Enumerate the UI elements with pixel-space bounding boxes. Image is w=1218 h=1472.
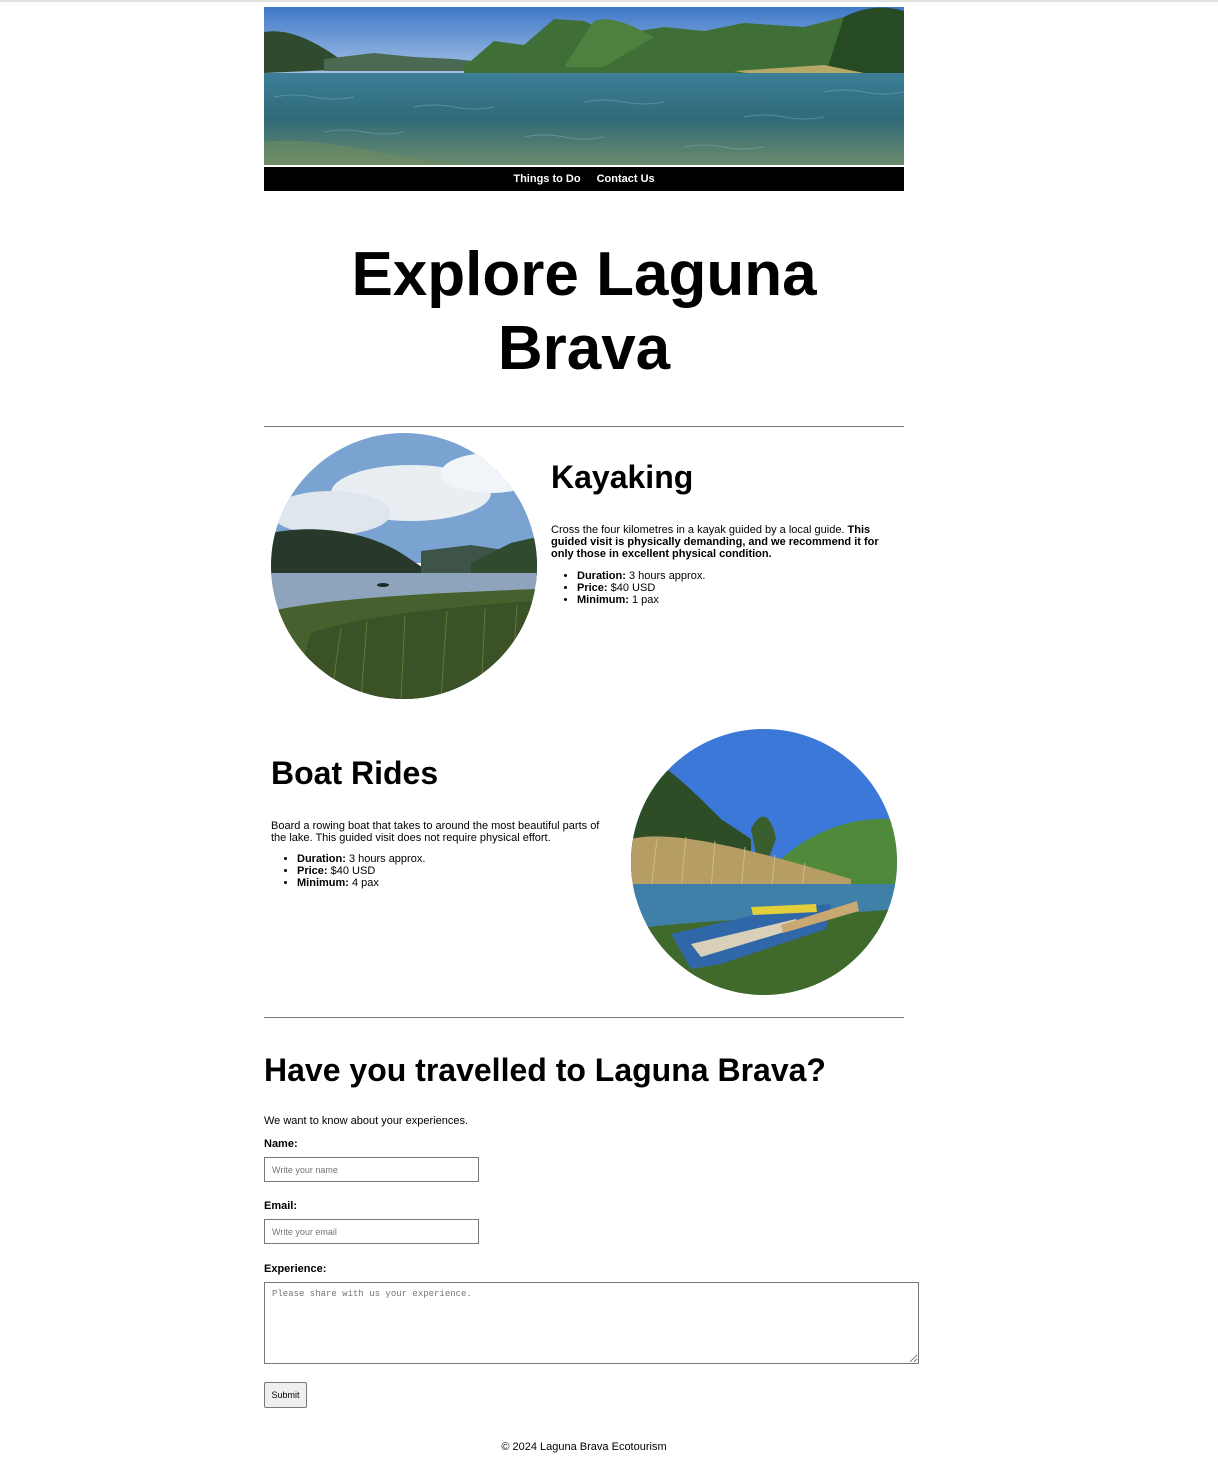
list-item: Price: $40 USD: [577, 582, 705, 594]
kayaking-details-list: Duration: 3 hours approx. Price: $40 USD…: [551, 570, 705, 606]
detail-label: Duration:: [577, 570, 626, 582]
section-divider: [264, 426, 904, 427]
banner-image: [264, 7, 904, 165]
boat-rides-photo: [631, 729, 897, 995]
detail-value: $40 USD: [607, 582, 656, 594]
name-input[interactable]: [264, 1157, 479, 1182]
name-label: Name:: [264, 1138, 298, 1150]
experience-label: Experience:: [264, 1263, 327, 1275]
detail-value: 1 pax: [628, 594, 659, 606]
feedback-intro: We want to know about your experiences.: [264, 1115, 469, 1127]
footer-copyright: © 2024 Laguna Brava Ecotourism: [501, 1441, 667, 1453]
boat-rides-heading: Boat Rides: [271, 755, 439, 791]
header: Things to Do Contact Us: [264, 7, 904, 191]
nav-link-things-to-do[interactable]: Things to Do: [513, 173, 580, 185]
detail-value: 3 hours approx.: [345, 853, 426, 865]
detail-label: Minimum:: [577, 594, 629, 606]
experience-textarea[interactable]: [264, 1282, 919, 1364]
main-nav: Things to Do Contact Us: [264, 167, 904, 191]
detail-value: 3 hours approx.: [625, 570, 706, 582]
top-border: [0, 0, 1218, 2]
page-title: Explore Laguna Brava: [351, 240, 817, 383]
kayaking-heading: Kayaking: [551, 459, 694, 495]
list-item: Minimum: 4 pax: [297, 877, 425, 889]
boat-rides-details-list: Duration: 3 hours approx. Price: $40 USD…: [271, 853, 425, 889]
detail-label: Duration:: [297, 853, 346, 865]
kayaking-description: Cross the four kilometres in a kayak gui…: [551, 524, 901, 560]
detail-label: Price:: [577, 582, 608, 594]
list-item: Minimum: 1 pax: [577, 594, 705, 606]
kayaking-photo: [271, 433, 537, 699]
submit-button[interactable]: Submit: [264, 1382, 307, 1408]
detail-value: 4 pax: [348, 877, 379, 889]
list-item: Duration: 3 hours approx.: [577, 570, 705, 582]
list-item: Price: $40 USD: [297, 865, 425, 877]
list-item: Duration: 3 hours approx.: [297, 853, 425, 865]
section-divider: [264, 1017, 904, 1018]
nav-link-contact-us[interactable]: Contact Us: [597, 173, 655, 185]
email-input[interactable]: [264, 1219, 479, 1244]
email-label: Email:: [264, 1200, 298, 1212]
kayaking-description-text: Cross the four kilometres in a kayak gui…: [551, 524, 848, 536]
detail-label: Price:: [297, 865, 328, 877]
detail-label: Minimum:: [297, 877, 349, 889]
feedback-heading: Have you travelled to Laguna Brava?: [264, 1052, 826, 1088]
boat-rides-description: Board a rowing boat that takes to around…: [271, 820, 600, 844]
detail-value: $40 USD: [327, 865, 376, 877]
